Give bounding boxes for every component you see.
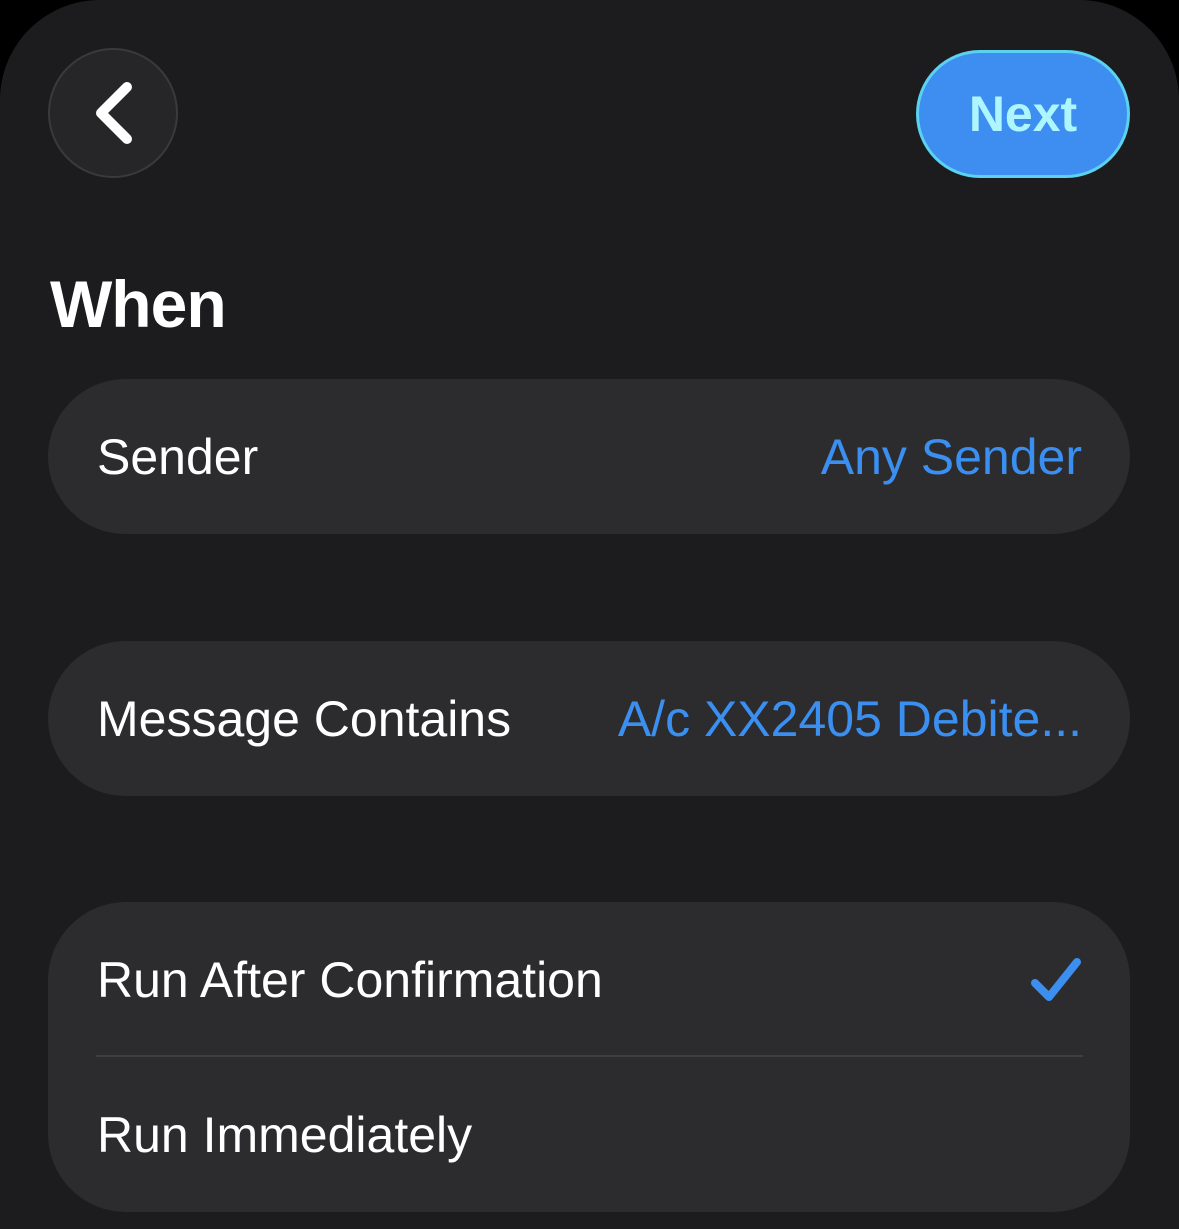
- chevron-left-icon: [91, 81, 135, 145]
- option-run-after-confirmation[interactable]: Run After Confirmation: [48, 902, 1130, 1057]
- option-label: Run Immediately: [97, 1106, 473, 1163]
- option-label: Run After Confirmation: [97, 951, 603, 1008]
- message-contains-label: Message Contains: [97, 690, 512, 747]
- message-contains-value[interactable]: A/c XX2405 Debite...: [618, 690, 1082, 748]
- back-button[interactable]: [48, 48, 178, 178]
- automation-trigger-sheet: Next When Sender Any Sender Message Cont…: [0, 0, 1179, 1229]
- sender-row[interactable]: Sender Any Sender: [48, 379, 1130, 534]
- message-contains-row[interactable]: Message Contains A/c XX2405 Debite...: [48, 641, 1130, 796]
- section-title: When: [50, 267, 227, 341]
- checkmark-icon: [1030, 956, 1082, 1004]
- sender-value[interactable]: Any Sender: [821, 428, 1082, 486]
- sender-label: Sender: [97, 428, 259, 485]
- option-run-immediately[interactable]: Run Immediately: [48, 1057, 1130, 1212]
- next-button[interactable]: Next: [916, 50, 1130, 178]
- run-options-group: Run After Confirmation Run Immediately: [48, 902, 1130, 1212]
